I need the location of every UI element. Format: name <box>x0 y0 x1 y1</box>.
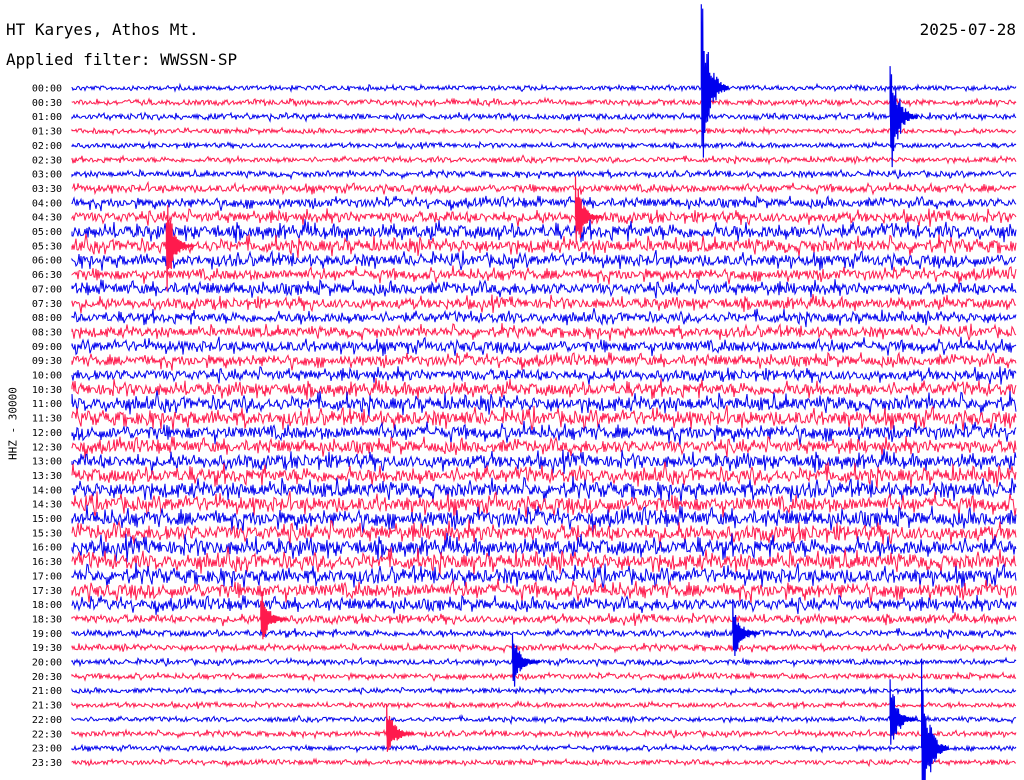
seismic-event-6 <box>386 703 415 752</box>
time-tick-label: 15:30 <box>32 528 62 539</box>
trace-row-2000 <box>71 656 1017 668</box>
trace-row-0400 <box>71 195 1017 212</box>
trace-row-2100 <box>71 685 1017 696</box>
trace-row-0800 <box>71 308 1017 328</box>
trace-row-1930 <box>71 641 1017 654</box>
trace-row-0730 <box>71 294 1017 314</box>
trace-row-1830 <box>71 612 1017 627</box>
trace-row-0100 <box>71 111 1017 123</box>
trace-row-0230 <box>71 154 1017 166</box>
time-tick-label: 17:30 <box>32 586 62 597</box>
trace-row-0900 <box>71 336 1017 357</box>
time-tick-label: 16:00 <box>32 543 62 554</box>
trace-row-1530 <box>71 519 1017 548</box>
time-tick-label: 06:00 <box>32 256 62 267</box>
time-tick-label: 18:30 <box>32 614 62 625</box>
trace-row-2330 <box>71 757 1017 768</box>
time-tick-label: 19:30 <box>32 643 62 654</box>
trace-row-0600 <box>71 249 1017 271</box>
time-tick-label: 04:00 <box>32 198 62 209</box>
time-tick-label: 00:30 <box>32 98 62 109</box>
time-tick-label: 02:30 <box>32 155 62 166</box>
trace-row-2230 <box>71 728 1017 740</box>
trace-row-2130 <box>71 700 1017 711</box>
trace-row-1800 <box>71 594 1017 615</box>
trace-row-1130 <box>71 405 1017 432</box>
time-tick-label: 03:00 <box>32 170 62 181</box>
time-tick-label: 17:00 <box>32 571 62 582</box>
time-tick-label: 00:00 <box>32 84 62 95</box>
time-tick-label: 10:00 <box>32 371 62 382</box>
time-tick-label: 12:30 <box>32 442 62 453</box>
trace-row-0000 <box>71 82 1017 93</box>
time-tick-label: 11:30 <box>32 414 62 425</box>
trace-row-1900 <box>71 626 1017 639</box>
time-tick-label: 01:00 <box>32 112 62 123</box>
time-tick-label: 06:30 <box>32 270 62 281</box>
time-tick-label: 18:00 <box>32 600 62 611</box>
time-tick-label: 10:30 <box>32 385 62 396</box>
time-tick-label: 03:30 <box>32 184 62 195</box>
trace-row-1700 <box>71 562 1017 590</box>
time-tick-label: 09:00 <box>32 342 62 353</box>
trace-row-0930 <box>71 351 1017 371</box>
time-tick-label: 19:00 <box>32 629 62 640</box>
seismogram-plot: 00:00 00:30 01:00 01:30 02:00 02:30 03:00 03:30… <box>32 4 1017 780</box>
time-tick-label: 05:30 <box>32 241 62 252</box>
trace-row-0700 <box>71 279 1017 299</box>
trace-row-1300 <box>71 448 1017 475</box>
time-tick-label: 07:00 <box>32 284 62 295</box>
trace-row-0430 <box>71 208 1017 228</box>
trace-row-1100 <box>71 390 1017 418</box>
time-tick-label: 16:30 <box>32 557 62 568</box>
time-tick-label: 22:30 <box>32 729 62 740</box>
time-tick-label: 23:00 <box>32 744 62 755</box>
time-tick-label: 09:30 <box>32 356 62 367</box>
trace-row-0630 <box>71 265 1017 285</box>
time-tick-label: 14:30 <box>32 500 62 511</box>
time-tick-label: 01:30 <box>32 127 62 138</box>
time-tick-label: 02:00 <box>32 141 62 152</box>
time-tick-label: 23:30 <box>32 758 62 769</box>
seismic-event-0 <box>889 66 918 168</box>
time-tick-label: 05:00 <box>32 227 62 238</box>
trace-row-0530 <box>71 233 1017 259</box>
time-tick-label: 20:00 <box>32 658 62 669</box>
time-tick-label: 14:00 <box>32 485 62 496</box>
time-tick-label: 08:30 <box>32 327 62 338</box>
time-tick-label: 15:00 <box>32 514 62 525</box>
trace-row-0130 <box>71 125 1017 137</box>
trace-row-2030 <box>71 670 1017 683</box>
trace-row-1000 <box>71 366 1017 385</box>
trace-row-0500 <box>71 219 1017 244</box>
trace-row-2300 <box>71 742 1017 754</box>
trace-row-1200 <box>71 420 1017 446</box>
trace-row-0030 <box>71 96 1017 108</box>
trace-row-0200 <box>71 140 1017 151</box>
time-tick-label: 04:30 <box>32 213 62 224</box>
time-tick-label: 07:30 <box>32 299 62 310</box>
trace-row-0330 <box>71 180 1017 196</box>
time-tick-label: 12:00 <box>32 428 62 439</box>
time-tick-label: 20:30 <box>32 672 62 683</box>
time-tick-label: 21:30 <box>32 701 62 712</box>
trace-row-2200 <box>71 713 1017 726</box>
time-tick-label: 13:30 <box>32 471 62 482</box>
trace-row-0830 <box>71 323 1017 341</box>
trace-row-1230 <box>71 435 1017 459</box>
trace-row-0300 <box>71 168 1017 181</box>
time-tick-label: 08:00 <box>32 313 62 324</box>
time-tick-label: 13:00 <box>32 457 62 468</box>
time-tick-label: 22:00 <box>32 715 62 726</box>
time-tick-label: 11:00 <box>32 399 62 410</box>
time-tick-label: 21:00 <box>32 686 62 697</box>
seismic-event-1 <box>700 4 730 158</box>
